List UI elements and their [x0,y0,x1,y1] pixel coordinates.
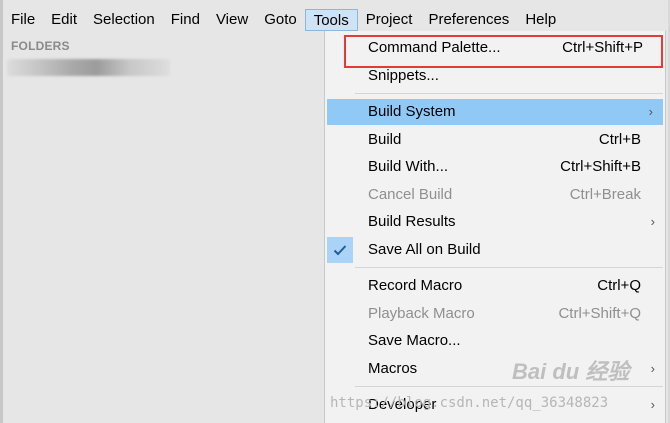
menu-item-build-with[interactable]: Build With... Ctrl+Shift+B [325,154,665,180]
chevron-right-icon: › [650,361,655,376]
menu-item-build-results[interactable]: Build Results › [325,209,665,235]
baidu-watermark-logo: Bai du 经验 [512,359,630,384]
record-macro-shortcut: Ctrl+Q [597,277,641,294]
build-results-label: Build Results [368,213,456,230]
menu-help[interactable]: Help [517,9,564,31]
menu-bar: File Edit Selection Find View Goto Tools… [3,8,667,32]
menu-item-playback-macro[interactable]: Playback Macro Ctrl+Shift+Q [325,301,665,327]
menu-item-cancel-build[interactable]: Cancel Build Ctrl+Break [325,182,665,208]
checkmark-icon [327,237,353,263]
menu-goto[interactable]: Goto [256,9,305,31]
menu-selection[interactable]: Selection [85,9,163,31]
cancel-build-label: Cancel Build [368,186,453,203]
menu-view[interactable]: View [208,9,256,31]
macros-label: Macros [368,360,418,377]
menu-project[interactable]: Project [358,9,421,31]
record-macro-label: Record Macro [368,277,463,294]
build-system-label: Build System [368,103,456,120]
cancel-build-shortcut: Ctrl+Break [569,186,641,203]
playback-macro-label: Playback Macro [368,305,475,322]
chevron-right-icon: › [650,397,655,412]
menu-item-record-macro[interactable]: Record Macro Ctrl+Q [325,273,665,299]
menu-edit[interactable]: Edit [43,9,85,31]
save-all-on-build-label: Save All on Build [368,241,481,258]
menu-file[interactable]: File [3,9,43,31]
sidebar-folders-title: FOLDERS [11,39,70,53]
build-shortcut: Ctrl+B [598,131,641,148]
menu-item-save-all-on-build[interactable]: Save All on Build [325,237,665,263]
menu-tools[interactable]: Tools [304,9,358,31]
url-watermark: https://blog.csdn.net/qq_36348823 [330,395,609,411]
menu-item-save-macro[interactable]: Save Macro... [325,328,665,354]
menu-separator [355,93,663,94]
playback-macro-shortcut: Ctrl+Shift+Q [558,305,641,322]
chevron-right-icon: › [650,214,655,229]
annotation-highlight-box [344,35,663,68]
menu-preferences[interactable]: Preferences [420,9,517,31]
build-with-label: Build With... [368,158,449,175]
blurred-folder-item[interactable] [7,59,170,76]
menu-item-build[interactable]: Build Ctrl+B [325,127,665,153]
menu-separator [355,267,663,268]
menu-item-build-system[interactable]: Build System › [327,99,663,125]
menu-find[interactable]: Find [163,9,208,31]
build-label: Build [368,131,402,148]
window-left-edge [0,0,3,423]
build-with-shortcut: Ctrl+Shift+B [560,158,641,175]
save-macro-label: Save Macro... [368,332,461,349]
chevron-right-icon: › [648,104,653,119]
menu-separator [355,386,663,387]
